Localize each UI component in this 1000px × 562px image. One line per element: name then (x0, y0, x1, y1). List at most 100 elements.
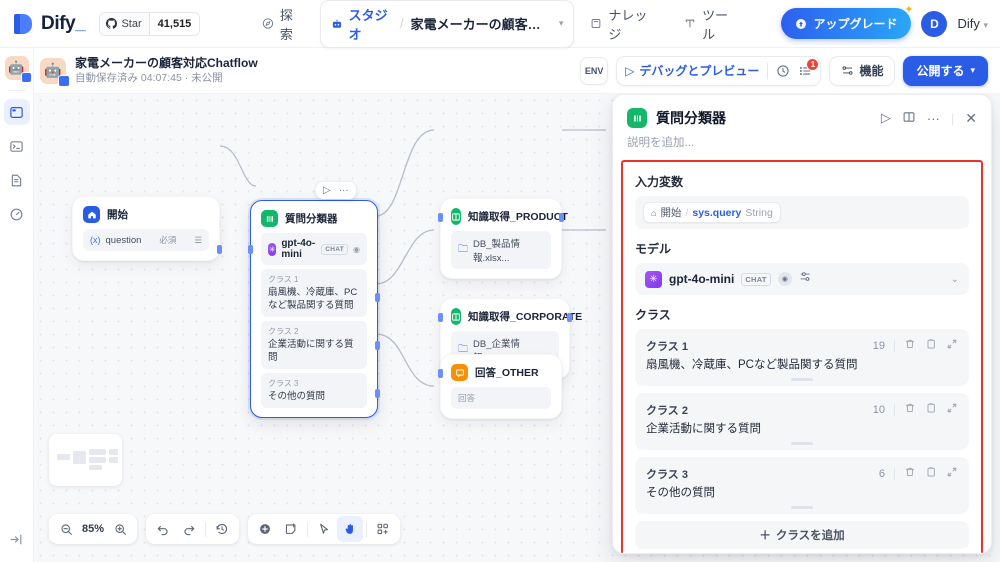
add-class-button[interactable]: ＋ クラスを追加 (635, 521, 969, 549)
minimap[interactable] (49, 434, 122, 486)
zoom-out-button[interactable] (53, 516, 79, 542)
sidebar-item-logs[interactable] (4, 167, 30, 193)
resize-handle[interactable] (791, 506, 813, 509)
node-classifier-class-1[interactable]: クラス 1 扇風機、冷蔵庫、PCなど製品関する質問 (261, 269, 367, 317)
rail-app-avatar-icon[interactable]: 🤖 (4, 56, 32, 83)
copy-icon[interactable] (925, 466, 937, 481)
github-star-chip[interactable]: Star 41,515 (99, 11, 201, 36)
zoom-level[interactable]: 85% (79, 523, 107, 535)
node-answer-other[interactable]: 回答_OTHER 回答 (438, 354, 562, 419)
debug-preview-button[interactable]: ▷ デバッグとプレビュー (625, 62, 759, 79)
model-selector-row[interactable]: ✳ gpt-4o-mini CHAT ◉ ⌄ (635, 263, 969, 295)
sidebar-item-api[interactable] (4, 133, 30, 159)
nav-tools[interactable]: ツール (672, 0, 750, 49)
nav-knowledge[interactable]: ナレッジ (578, 0, 668, 49)
chevron-down-icon[interactable]: ▾ (559, 18, 564, 29)
node-classifier-output-port-3[interactable] (375, 389, 380, 398)
nav-studio[interactable]: スタジオ (331, 5, 393, 43)
run-node-icon[interactable]: ▷ (323, 185, 331, 196)
organize-blocks-button[interactable] (370, 516, 396, 542)
resize-handle[interactable] (791, 378, 813, 381)
node-classifier-toolbar[interactable]: ▷ ··· (316, 182, 356, 199)
expand-icon[interactable] (946, 402, 958, 417)
drag-handle-icon[interactable]: ☰ (194, 235, 202, 246)
char-count: 19 (872, 339, 885, 352)
delete-icon[interactable] (904, 402, 916, 417)
node-kc-header: 知識取得_CORPORATE (441, 299, 582, 331)
class-text[interactable]: 企業活動に関する質問 (646, 421, 958, 437)
redo-button[interactable] (176, 516, 202, 542)
model-params-icon[interactable] (799, 270, 812, 288)
add-note-button[interactable] (278, 516, 304, 542)
node-ao-field[interactable]: 回答 (451, 387, 551, 409)
more-options-icon[interactable]: ··· (339, 185, 349, 196)
github-icon (106, 18, 118, 29)
class-card[interactable]: クラス 2 10 企業活動に関する質問 (635, 393, 969, 450)
node-ao-input-port[interactable] (438, 369, 443, 378)
node-classifier-output-port-2[interactable] (375, 341, 380, 350)
debug-preview-label: デバッグとプレビュー (639, 64, 760, 78)
nav-explore[interactable]: 探索 (250, 0, 316, 49)
env-button[interactable]: ENV (580, 56, 609, 85)
node-kp-dataset[interactable]: 🗀 DB_製品情報.xlsx... (451, 231, 551, 269)
copy-icon[interactable] (925, 402, 937, 417)
sidebar-item-monitor[interactable] (4, 201, 30, 227)
node-kp-output-port[interactable] (559, 213, 564, 222)
eye-icon: ◉ (353, 244, 360, 254)
upgrade-button[interactable]: アップグレード ✦ (781, 4, 913, 39)
node-start[interactable]: 開始 (x) question 必須 ☰ (72, 196, 222, 261)
node-question-classifier[interactable]: 質問分類器 ✳ gpt-4o-mini CHAT ◉ クラス 1 扇風機、冷蔵庫… (248, 200, 380, 418)
pointer-tool-button[interactable] (311, 516, 337, 542)
node-start-header: 開始 (73, 197, 219, 229)
run-history-icon[interactable] (776, 64, 790, 78)
delete-icon[interactable] (904, 338, 916, 353)
class-card-header: クラス 2 10 (646, 402, 958, 418)
class-text[interactable]: 扇風機、冷蔵庫、PCなど製品関する質問 (646, 357, 958, 373)
class-text[interactable]: その他の質問 (646, 485, 958, 501)
avatar[interactable]: D (921, 10, 948, 37)
node-classifier-output-port-1[interactable] (375, 293, 380, 302)
expand-icon[interactable] (946, 466, 958, 481)
node-start-output-port[interactable] (217, 245, 222, 254)
delete-icon[interactable] (904, 466, 916, 481)
variable-pill[interactable]: ⌂ 開始 / sys.query String (643, 202, 781, 223)
class-card-header: クラス 3 6 (646, 466, 958, 482)
node-classifier-input-port[interactable] (248, 245, 253, 254)
add-node-button[interactable] (252, 516, 278, 542)
copy-icon[interactable] (925, 338, 937, 353)
collapse-sidebar-button[interactable] (9, 532, 24, 552)
node-start-field-question[interactable]: (x) question 必須 ☰ (83, 229, 209, 251)
minimap-node (89, 449, 106, 455)
run-node-icon[interactable]: ▷ (881, 110, 891, 126)
panel-description-input[interactable]: 説明を追加... (613, 128, 991, 160)
expand-icon[interactable] (946, 338, 958, 353)
nav-studio-breadcrumb[interactable]: スタジオ / 家電メーカーの顧客対応C... ▾ (319, 0, 575, 48)
hand-tool-button[interactable] (337, 516, 364, 542)
resize-handle[interactable] (791, 442, 813, 445)
help-book-icon[interactable] (902, 110, 916, 127)
sidebar-item-workflow[interactable] (3, 99, 30, 125)
more-options-icon[interactable]: ··· (927, 111, 940, 126)
publish-button[interactable]: 公開する ▾ (903, 55, 988, 86)
model-name: gpt-4o-mini (669, 272, 735, 286)
node-kc-output-port[interactable] (567, 313, 572, 322)
class-card[interactable]: クラス 1 19 扇風機、冷蔵庫、PCなど製品関する質問 (635, 329, 969, 386)
undo-button[interactable] (150, 516, 176, 542)
user-name[interactable]: Dify ▾ (957, 16, 988, 31)
node-classifier-model[interactable]: ✳ gpt-4o-mini CHAT ◉ (261, 233, 367, 265)
eye-icon[interactable]: ◉ (777, 272, 792, 286)
features-button[interactable]: 機能 (829, 55, 896, 86)
version-history-button[interactable] (209, 516, 235, 542)
zoom-in-button[interactable] (107, 516, 133, 542)
node-kp-input-port[interactable] (438, 213, 443, 222)
close-icon[interactable]: ✕ (965, 110, 977, 127)
checklist-icon[interactable]: 1 (798, 57, 820, 78)
chevron-down-icon[interactable]: ⌄ (951, 274, 959, 285)
brand-logo[interactable]: Dify_ (0, 13, 86, 35)
input-variable-row[interactable]: ⌂ 開始 / sys.query String (635, 196, 969, 229)
node-knowledge-product[interactable]: 知識取得_PRODUCT 🗀 DB_製品情報.xlsx... (438, 198, 568, 279)
node-classifier-class-3[interactable]: クラス 3 その他の質問 (261, 373, 367, 408)
node-kc-input-port[interactable] (438, 313, 443, 322)
node-classifier-class-2[interactable]: クラス 2 企業活動に関する質問 (261, 321, 367, 369)
class-card[interactable]: クラス 3 6 その他の質問 (635, 457, 969, 514)
